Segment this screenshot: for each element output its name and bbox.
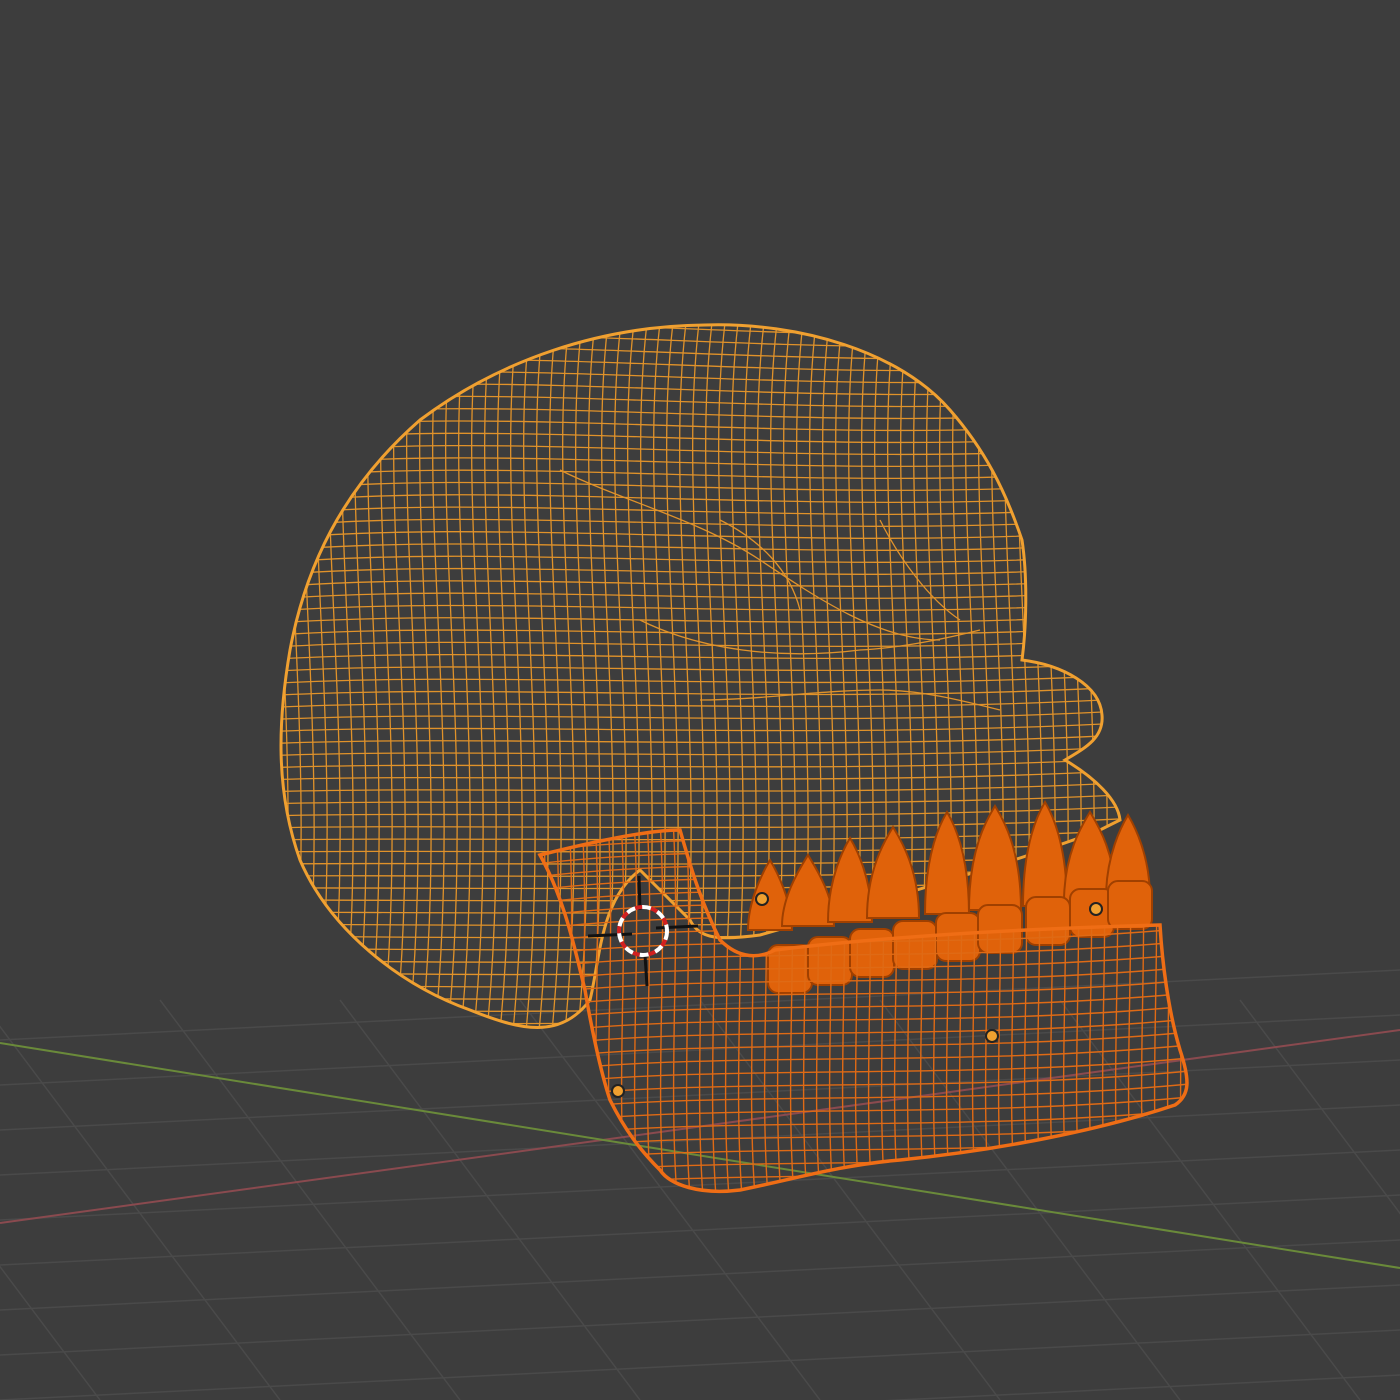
wire-line	[280, 745, 1120, 757]
wire-line	[1193, 820, 1198, 1210]
wire-line	[1094, 324, 1108, 1028]
wire-line	[314, 324, 328, 1028]
wire-line	[756, 324, 770, 1028]
wire-line	[280, 589, 1120, 601]
wire-line	[540, 1134, 1187, 1166]
wire-line	[260, 286, 1140, 300]
wire-line	[431, 324, 445, 1028]
wire-line	[280, 371, 1120, 385]
viewport-canvas[interactable]	[0, 0, 1400, 1400]
wire-line	[280, 432, 1120, 445]
wire-line	[280, 346, 1120, 361]
wire-line	[250, 300, 262, 1060]
wire-line	[280, 529, 1120, 541]
wire-line	[1153, 830, 1160, 1192]
wire-line	[457, 324, 471, 1028]
wire-line	[540, 1147, 1187, 1179]
wire-line	[280, 505, 1120, 517]
origin-dot[interactable]	[1089, 902, 1103, 916]
wire-line	[280, 469, 1120, 481]
wire-line	[1147, 300, 1159, 1060]
3d-viewport[interactable]	[0, 0, 1400, 1400]
wire-line	[1081, 324, 1095, 1028]
wire-line	[280, 685, 1120, 697]
origin-dot[interactable]	[755, 892, 769, 906]
origin-dot[interactable]	[985, 1029, 999, 1043]
grid-line	[0, 1194, 1400, 1266]
wire-line	[743, 324, 757, 1028]
wire-line	[280, 625, 1120, 637]
lower-tooth	[892, 920, 938, 970]
grid-line	[0, 1329, 1400, 1400]
wire-line	[280, 637, 1120, 649]
wire-line	[280, 457, 1120, 469]
grid-line	[884, 1374, 1400, 1400]
upper-tooth	[865, 825, 921, 919]
wire-line	[280, 395, 1120, 409]
wire-line	[730, 324, 744, 1028]
grid-line	[879, 999, 1181, 1400]
wire-line	[280, 541, 1120, 553]
wire-line	[280, 358, 1120, 373]
wire-line	[280, 613, 1120, 625]
wire-line	[280, 709, 1120, 721]
grid-line	[0, 1025, 281, 1400]
wire-line	[280, 334, 1120, 349]
wire-line	[260, 310, 1140, 324]
origin-dot[interactable]	[611, 1084, 625, 1098]
wire-line	[280, 383, 1120, 397]
wire-line	[280, 733, 1120, 745]
wire-line	[470, 324, 484, 1028]
wire-line	[444, 324, 458, 1028]
wire-line	[327, 324, 341, 1028]
lower-tooth	[1107, 880, 1153, 930]
upper-tooth	[923, 810, 971, 915]
wire-line	[280, 517, 1120, 529]
wire-line	[1179, 830, 1186, 1192]
grid-line	[1239, 999, 1400, 1215]
grid-line	[0, 1284, 1400, 1356]
wire-line	[280, 408, 1120, 421]
upper-tooth	[780, 853, 836, 927]
wire-line	[280, 973, 1120, 988]
wire-line	[280, 721, 1120, 733]
wire-line	[280, 601, 1120, 613]
wire-line	[301, 324, 315, 1028]
grid-line	[0, 1239, 1400, 1311]
wire-line	[280, 757, 1120, 769]
wire-line	[280, 420, 1120, 433]
grid-line	[0, 1149, 1400, 1221]
grid-line	[0, 1265, 101, 1400]
wire-line	[288, 324, 302, 1028]
wire-line	[263, 300, 275, 1060]
wire-line	[260, 298, 1140, 312]
wire-line	[280, 481, 1120, 493]
